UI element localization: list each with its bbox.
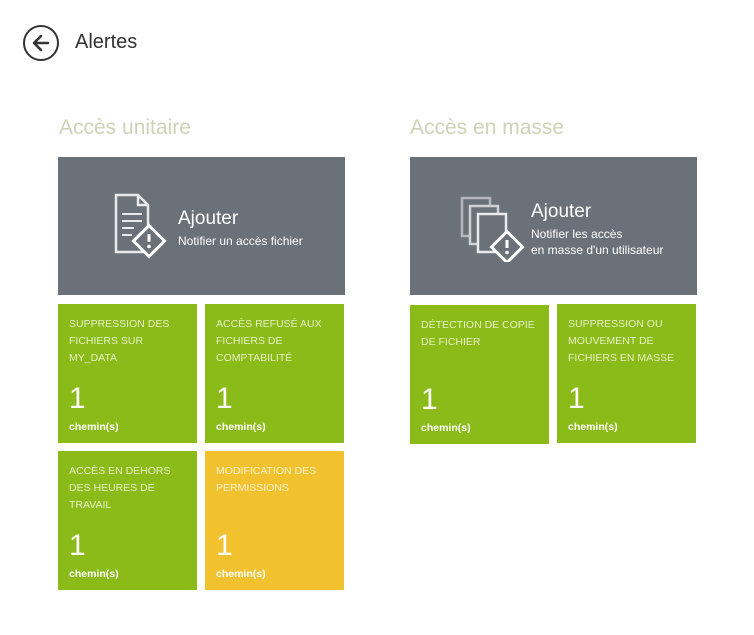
tile-label: ACCÈS REFUSÉ AUX FICHIERS DE COMPTABILIT… [216,318,322,364]
tile-label: ACCÈS EN DEHORS DES HEURES DE TRAVAIL [69,465,171,511]
tile-unit: chemin(s) [216,568,266,580]
tile-count: 1 [421,383,438,416]
tile-count: 1 [216,529,233,562]
tile-count: 1 [69,529,86,562]
tile-label: DÉTECTION DE COPIE DE FICHIER [421,319,535,348]
add-subtitle-line2: en masse d'un utilisateur [531,243,664,257]
tile-count: 1 [568,382,585,415]
alert-tile-acces-hors-heures[interactable]: ACCÈS EN DEHORS DES HEURES DE TRAVAIL 1 … [58,451,197,590]
tile-label: SUPPRESSION DES FICHIERS SUR MY_DATA [69,318,170,364]
add-subtitle-line1: Notifier les accès [531,227,623,241]
add-title: Ajouter [178,208,239,229]
tile-unit: chemin(s) [421,422,471,434]
back-button[interactable] [23,25,59,61]
section-title-acces-unitaire: Accès unitaire [59,116,191,139]
alert-tile-detection-copie[interactable]: DÉTECTION DE COPIE DE FICHIER 1 chemin(s… [410,305,549,444]
add-subtitle: Notifier un accès fichier [178,234,303,248]
file-alert-icon [114,193,167,259]
page-title: Alertes [75,31,138,53]
tile-unit: chemin(s) [568,421,618,433]
alert-tile-suppression-masse[interactable]: SUPPRESSION OU MOUVEMENT DE FICHIERS EN … [557,304,696,443]
tile-label: SUPPRESSION OU MOUVEMENT DE FICHIERS EN … [568,318,675,364]
tile-count: 1 [69,382,86,415]
tile-label: MODIFICATION DES PERMISSIONS [216,465,317,494]
add-title: Ajouter [531,201,592,222]
tile-unit: chemin(s) [69,421,119,433]
files-alert-icon [460,196,525,262]
section-title-acces-en-masse: Accès en masse [410,116,565,139]
alert-tile-suppression-my-data[interactable]: SUPPRESSION DES FICHIERS SUR MY_DATA 1 c… [58,304,197,443]
alert-tile-acces-refuse-comptabilite[interactable]: ACCÈS REFUSÉ AUX FICHIERS DE COMPTABILIT… [205,304,344,443]
add-mass-access-alert-tile[interactable]: Ajouter Notifier les accès en masse d'un… [410,157,697,295]
tile-unit: chemin(s) [69,568,119,580]
tile-count: 1 [216,382,233,415]
add-unit-access-alert-tile[interactable]: Ajouter Notifier un accès fichier [58,157,345,295]
tile-unit: chemin(s) [216,421,266,433]
arrow-left-icon [32,34,50,52]
alert-tile-modification-permissions[interactable]: MODIFICATION DES PERMISSIONS 1 chemin(s) [205,451,344,590]
